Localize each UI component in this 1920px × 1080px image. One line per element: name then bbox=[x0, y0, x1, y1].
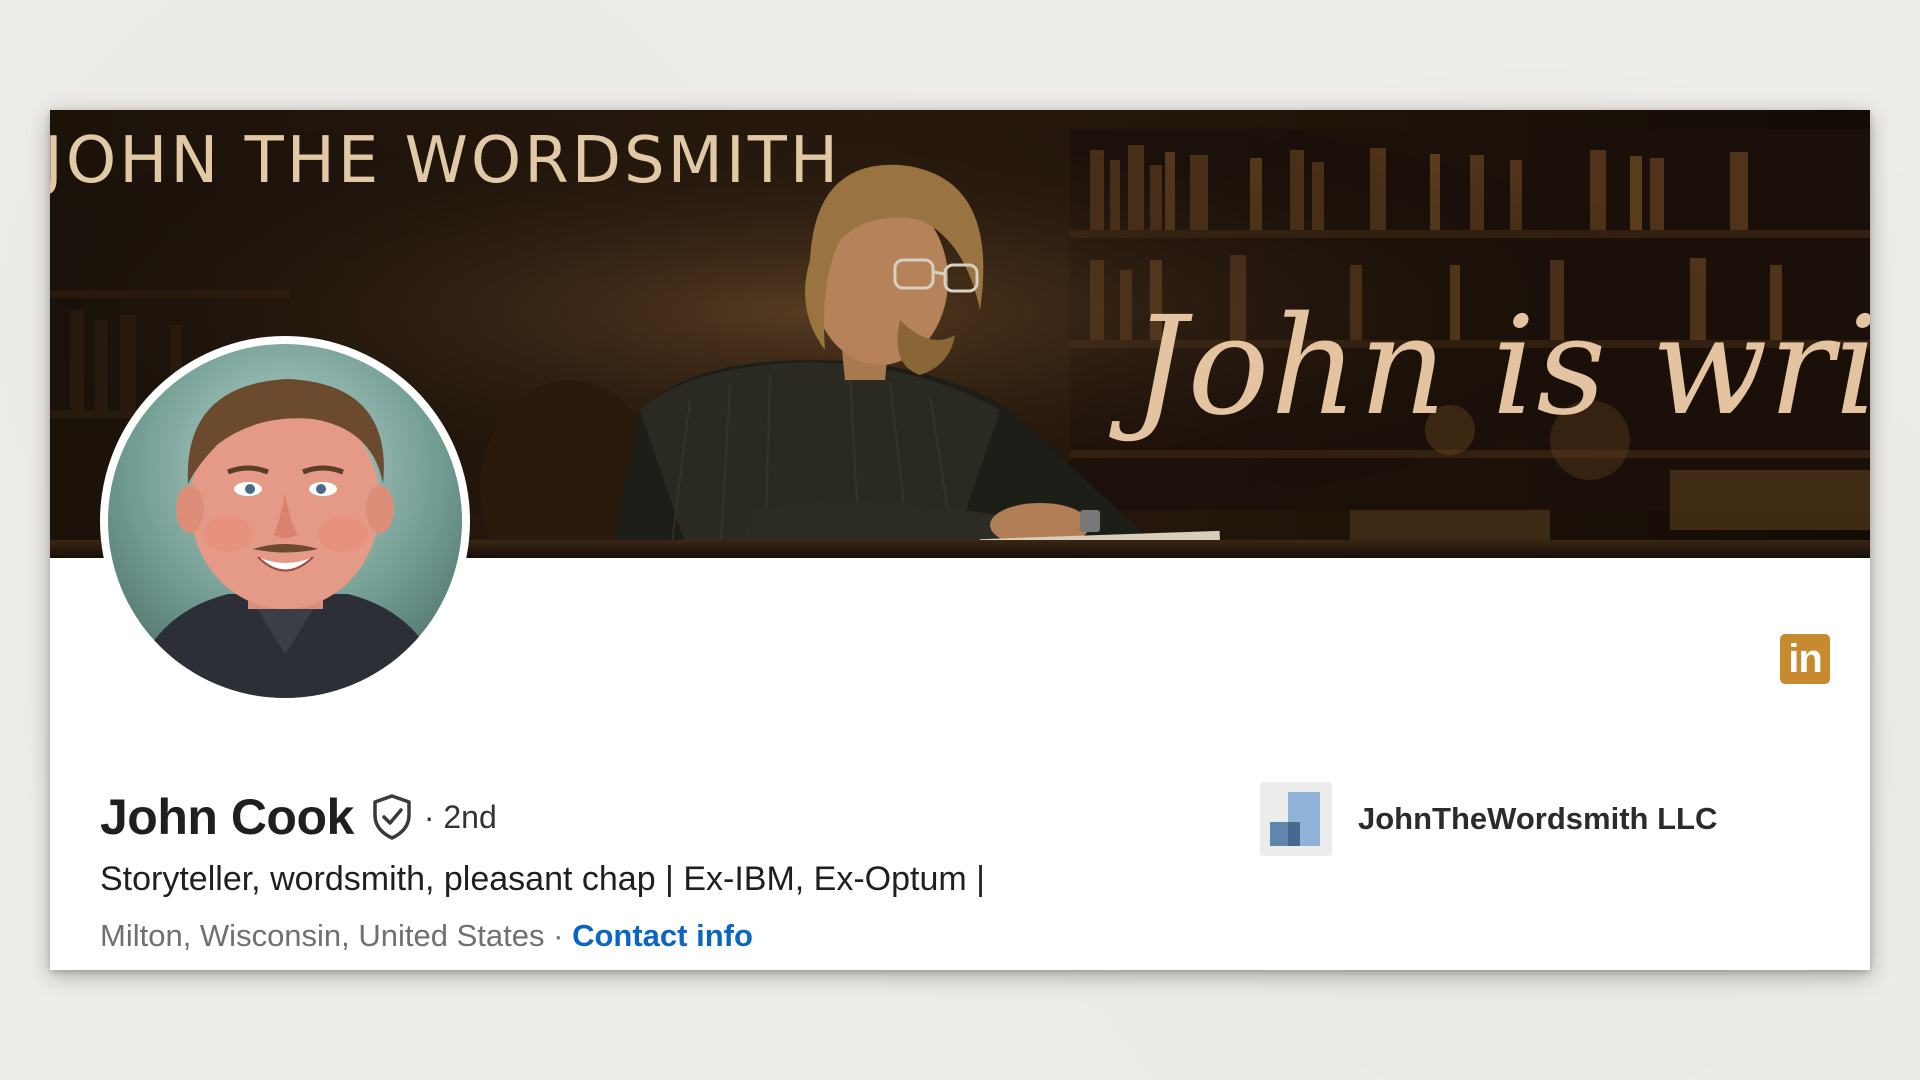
avatar-illustration bbox=[128, 379, 448, 698]
profile-location: Milton, Wisconsin, United States bbox=[100, 918, 545, 953]
profile-card: JOHN THE WORDSMITH John is writing bbox=[50, 110, 1870, 970]
banner-script-text: John is writing bbox=[1132, 288, 1870, 446]
current-company[interactable]: JohnTheWordsmith LLC bbox=[1260, 782, 1717, 856]
profile-headline: Storyteller, wordsmith, pleasant chap | … bbox=[100, 860, 985, 898]
contact-info-link[interactable]: Contact info bbox=[572, 918, 753, 953]
avatar-photo bbox=[108, 344, 462, 698]
name-row: John Cook · 2nd bbox=[100, 788, 497, 846]
connection-degree: · 2nd bbox=[423, 798, 497, 835]
location-separator: · bbox=[544, 918, 573, 953]
company-name: JohnTheWordsmith LLC bbox=[1358, 801, 1718, 836]
banner-title: JOHN THE WORDSMITH bbox=[50, 124, 841, 198]
company-logo-icon bbox=[1260, 782, 1332, 856]
linkedin-icon[interactable]: in bbox=[1780, 634, 1830, 684]
verified-shield-icon[interactable] bbox=[370, 793, 414, 841]
location-row: Milton, Wisconsin, United States · Conta… bbox=[100, 918, 753, 954]
profile-avatar[interactable] bbox=[100, 336, 470, 706]
profile-name: John Cook bbox=[100, 789, 354, 845]
